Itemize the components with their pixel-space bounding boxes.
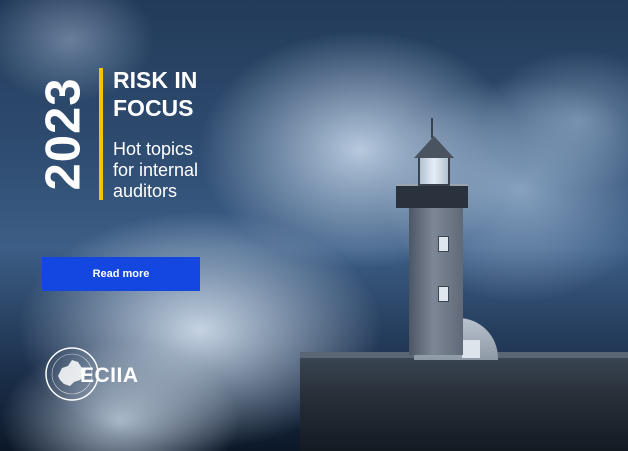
weather-vane-icon [431, 118, 433, 138]
accent-divider [99, 68, 103, 200]
banner-subtitle-line: Hot topics [113, 139, 194, 159]
risk-in-focus-banner[interactable]: 2023 RISK IN FOCUS Hot topics for intern… [0, 0, 628, 451]
banner-title-line: FOCUS [113, 95, 194, 121]
read-more-button[interactable]: Read more [42, 257, 200, 291]
eciia-logo-text: ECIIA [80, 364, 139, 387]
banner-subtitle-line: auditors [113, 181, 178, 201]
lighthouse-tower [409, 205, 463, 355]
lighthouse-gallery [396, 184, 468, 208]
banner-title-line: RISK IN [113, 67, 198, 93]
annex-door [462, 340, 480, 358]
lighthouse-window [438, 286, 449, 302]
lighthouse-window [438, 236, 449, 252]
banner-title: RISK IN FOCUS [113, 66, 197, 122]
lighthouse-roof [414, 136, 454, 158]
banner-subtitle-line: for internal [113, 160, 199, 180]
banner-subtitle: Hot topics for internal auditors [113, 139, 198, 202]
report-year: 2023 [36, 77, 91, 191]
lighthouse-lantern [418, 156, 450, 186]
pier-wall [300, 358, 628, 451]
